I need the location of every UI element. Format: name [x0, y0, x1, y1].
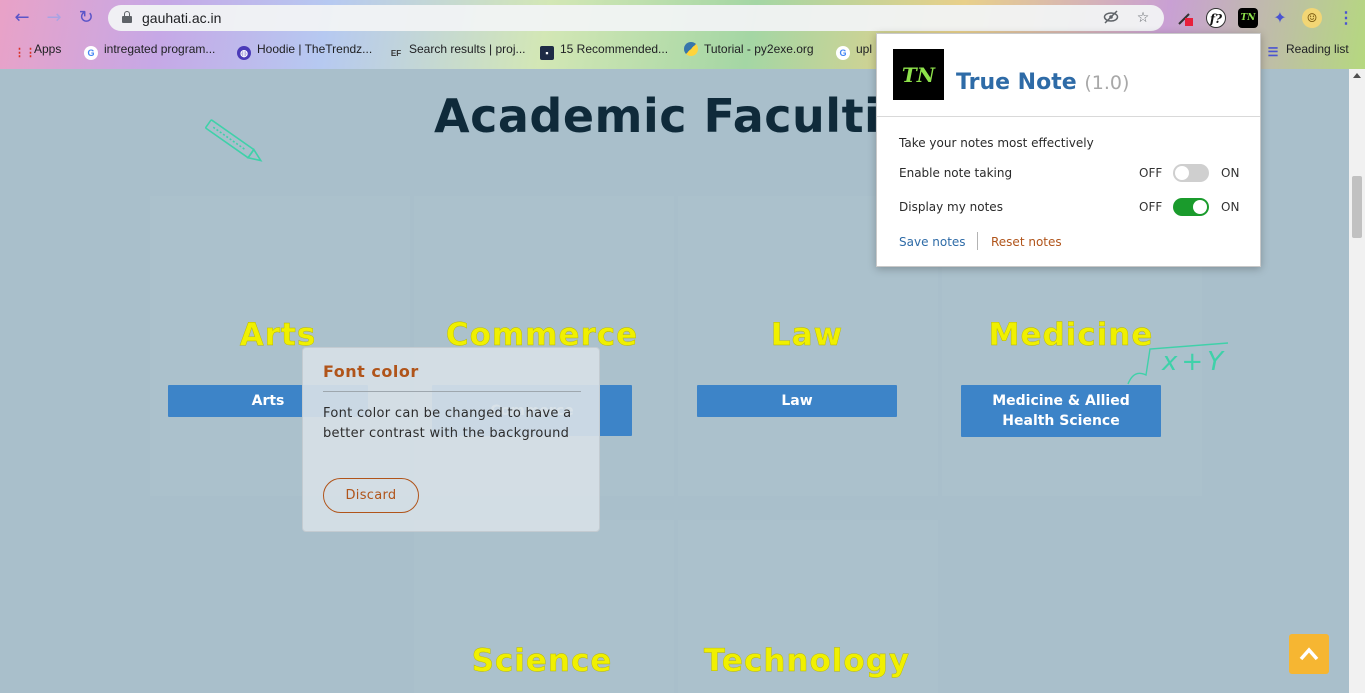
- profile-avatar-icon[interactable]: ☺: [1302, 8, 1322, 28]
- reading-list-icon: ☰: [1267, 45, 1279, 59]
- toggle-on-label: ON: [1221, 166, 1240, 180]
- browser-toolbar: ← → ↻ gauhati.ac.in ☆ f? TN ✦ ☺ ⋮: [0, 0, 1365, 36]
- link-separator: [977, 232, 978, 250]
- bookmark-item[interactable]: Gintregated program...: [84, 42, 215, 60]
- toggle-on-label: ON: [1221, 200, 1240, 214]
- enable-note-taking-label: Enable note taking: [899, 166, 1013, 180]
- star-icon[interactable]: ☆: [1134, 9, 1152, 27]
- book-icon: ▪: [540, 46, 554, 60]
- tooltip-divider: [323, 391, 581, 392]
- bookmark-item[interactable]: ▪ 15 Recommended...: [540, 42, 668, 60]
- handwritten-note-text: x+Y: [1162, 347, 1228, 377]
- url-text: gauhati.ac.in: [142, 10, 222, 26]
- bookmark-item[interactable]: EF Search results | proj...: [389, 42, 526, 58]
- popup-version: (1.0): [1084, 72, 1130, 94]
- toggle-off-label: OFF: [1139, 200, 1163, 214]
- tooltip-title: Font color: [323, 362, 419, 381]
- reading-list-button[interactable]: ☰ Reading list: [1266, 42, 1349, 59]
- bookmark-apps[interactable]: ⋮⋮Apps: [14, 42, 61, 59]
- globe-icon: ◍: [237, 46, 251, 60]
- back-arrow-icon[interactable]: ←: [11, 7, 33, 29]
- display-my-notes-label: Display my notes: [899, 200, 1003, 214]
- reload-icon[interactable]: ↻: [75, 7, 97, 29]
- eye-slash-icon[interactable]: [1102, 9, 1120, 27]
- discard-button[interactable]: Discard: [323, 478, 419, 513]
- forward-arrow-icon[interactable]: →: [43, 7, 65, 29]
- page-title: Academic Facultie: [434, 89, 913, 143]
- toggle-off-label: OFF: [1139, 166, 1163, 180]
- true-note-extension-icon[interactable]: TN: [1238, 8, 1258, 28]
- pencil-doodle-icon: [205, 119, 263, 162]
- font-color-tooltip: Font color Font color can be changed to …: [302, 347, 600, 532]
- medicine-button[interactable]: Medicine & Allied Health Science: [961, 385, 1161, 437]
- bookmark-item[interactable]: Tutorial - py2exe.org: [684, 42, 814, 58]
- page-scrollbar[interactable]: [1349, 69, 1365, 693]
- kebab-menu-icon[interactable]: ⋮: [1336, 8, 1356, 28]
- scrollbar-thumb[interactable]: [1352, 176, 1362, 238]
- apps-grid-icon: ⋮⋮: [14, 47, 36, 59]
- tooltip-body: Font color can be changed to have a bett…: [323, 406, 572, 441]
- address-bar[interactable]: gauhati.ac.in ☆: [108, 5, 1164, 31]
- popup-divider: [877, 116, 1260, 117]
- puzzle-extensions-icon[interactable]: ✦: [1270, 8, 1290, 28]
- python-icon: [684, 42, 698, 56]
- bookmark-item[interactable]: ◍ Hoodie | TheTrendz...: [237, 42, 372, 60]
- popup-tagline: Take your notes most effectively: [899, 136, 1094, 150]
- google-icon: G: [836, 46, 850, 60]
- chevron-up-icon: [1299, 647, 1319, 661]
- law-button[interactable]: Law: [697, 385, 897, 417]
- faculty-name-law: Law: [770, 317, 844, 353]
- save-notes-link[interactable]: Save notes: [899, 235, 966, 249]
- ef-icon: EF: [390, 49, 402, 58]
- faculty-name-science: Science: [471, 643, 613, 679]
- font-finder-extension-icon[interactable]: f?: [1206, 8, 1226, 28]
- true-note-logo: TN: [893, 49, 944, 100]
- eyedropper-extension-icon[interactable]: [1175, 8, 1195, 28]
- scroll-up-arrow-icon[interactable]: [1353, 73, 1361, 78]
- bookmark-item[interactable]: Gupl: [836, 42, 872, 60]
- display-my-notes-toggle[interactable]: [1173, 198, 1209, 216]
- google-icon: G: [84, 46, 98, 60]
- reset-notes-link[interactable]: Reset notes: [991, 235, 1062, 249]
- true-note-popup: TN True Note (1.0) Take your notes most …: [876, 33, 1261, 267]
- lock-icon: [122, 11, 132, 23]
- popup-title: True Note (1.0): [956, 70, 1130, 95]
- scroll-to-top-button[interactable]: [1289, 634, 1329, 674]
- faculty-name-technology: Technology: [703, 643, 911, 679]
- enable-note-taking-toggle[interactable]: [1173, 164, 1209, 182]
